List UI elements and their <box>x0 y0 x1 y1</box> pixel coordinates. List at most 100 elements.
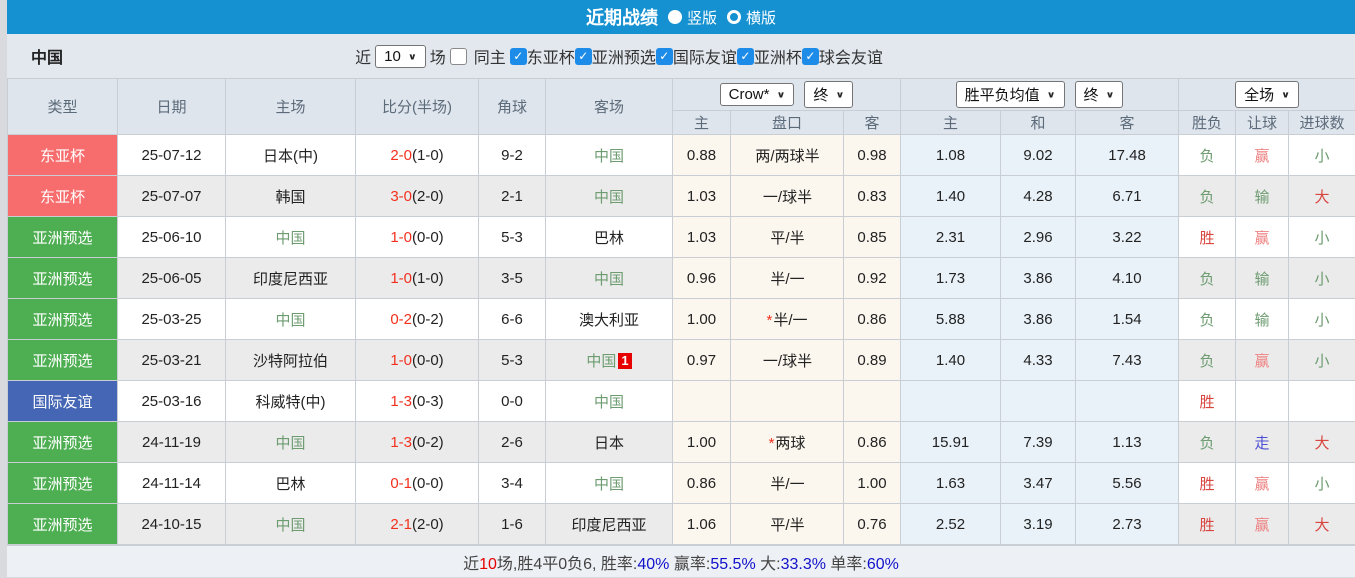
cell-odds-home: 1.03 <box>672 216 731 258</box>
chevron-down-icon: ∨ <box>1105 90 1115 100</box>
competition-label: 亚洲杯 <box>753 50 802 67</box>
cell-result: 胜 <box>1178 462 1237 504</box>
match-row: 东亚杯 25-07-12 日本(中) 2-0(1-0) 9-2 中国 0.88 … <box>7 134 1355 176</box>
cell-handicap: 平/半 <box>730 216 844 258</box>
cell-avg-draw: 3.86 <box>1000 298 1077 340</box>
cell-handicap-result: 走 <box>1235 421 1290 463</box>
competition-filter[interactable]: ✓ 球会友谊 <box>801 44 883 68</box>
cell-handicap-result: 输 <box>1235 257 1290 299</box>
cell-handicap: 平/半 <box>730 503 844 545</box>
chevron-down-icon: ∨ <box>1046 90 1056 100</box>
cell-competition: 亚洲预选 <box>7 216 118 258</box>
cell-avg-lose: 3.22 <box>1075 216 1180 258</box>
match-count-select[interactable]: 10 ∨ <box>375 44 426 68</box>
score-halftime: (1-0) <box>412 146 444 164</box>
cell-away-team: 中国 <box>545 257 673 299</box>
competition-checkbox[interactable]: ✓ <box>801 47 819 65</box>
scope-select[interactable]: 全场 ∨ <box>1235 81 1300 108</box>
filter-controls: 近 10 ∨ 场 ✓ 同主 ✓东亚杯✓亚洲预选✓国际友谊✓亚洲杯✓球会友谊 <box>63 44 1175 68</box>
cell-goals-result: 小 <box>1288 462 1355 504</box>
cell-goals-result <box>1288 380 1355 422</box>
header-home: 主场 <box>225 78 356 135</box>
cell-away-team: 巴林 <box>545 216 673 258</box>
cell-avg-lose: 6.71 <box>1075 175 1180 217</box>
subheader-odds-home: 主 <box>672 110 731 135</box>
cell-odds-home: 0.86 <box>672 462 731 504</box>
cell-score: 3-0(2-0) <box>355 175 479 217</box>
cell-competition: 东亚杯 <box>7 134 118 176</box>
avg-stage-select[interactable]: 终 ∨ <box>1074 81 1124 108</box>
away-team-name: 中国 <box>593 147 624 165</box>
subheader-avg-draw: 和 <box>1000 110 1077 135</box>
cell-odds-home: 0.97 <box>672 339 731 381</box>
recent-results-panel: 近期战绩 竖版 横版 中国 近 10 ∨ 场 ✓ 同主 ✓东亚杯✓亚洲预选✓国际… <box>7 0 1355 577</box>
score-halftime: (1-0) <box>412 269 444 287</box>
layout-vertical-radio[interactable]: 竖版 <box>667 7 717 28</box>
cell-avg-win: 1.40 <box>900 175 1002 217</box>
competition-label: 球会友谊 <box>818 50 883 67</box>
score-fulltime: 1-3 <box>390 433 412 451</box>
competition-filter[interactable]: ✓ 亚洲预选 <box>574 44 656 68</box>
chevron-down-icon: ∨ <box>835 90 845 100</box>
handicap-text: 一/球半 <box>762 352 813 370</box>
layout-horizontal-radio[interactable]: 横版 <box>727 7 776 28</box>
cell-handicap: 两/两球半 <box>730 134 844 176</box>
chevron-down-icon: ∨ <box>407 51 417 62</box>
cell-odds-home: 0.88 <box>672 134 731 176</box>
cell-date: 25-03-16 <box>117 380 226 422</box>
cell-odds-home <box>672 380 731 422</box>
score-halftime: (0-2) <box>412 310 444 328</box>
match-row: 亚洲预选 24-11-14 巴林 0-1(0-0) 3-4 中国 0.86 半/… <box>7 462 1355 504</box>
match-row: 国际友谊 25-03-16 科威特(中) 1-3(0-3) 0-0 中国 胜 <box>7 380 1355 422</box>
cell-result: 胜 <box>1178 503 1237 545</box>
handicap-text: 平/半 <box>770 229 805 247</box>
avg-type-select[interactable]: 胜平负均值 ∨ <box>955 81 1065 108</box>
competition-filter[interactable]: ✓ 东亚杯 <box>509 44 575 68</box>
cell-competition: 东亚杯 <box>7 175 118 217</box>
cell-avg-win: 15.91 <box>900 421 1002 463</box>
cell-goals-result: 小 <box>1288 339 1355 381</box>
competition-checkbox[interactable]: ✓ <box>574 47 592 65</box>
same-home-checkbox[interactable]: ✓ <box>449 47 467 65</box>
cell-competition: 国际友谊 <box>7 380 118 422</box>
cell-score: 1-0(0-0) <box>355 339 479 381</box>
competition-checkbox[interactable]: ✓ <box>736 47 754 65</box>
cell-result: 负 <box>1178 339 1237 381</box>
score-fulltime: 0-1 <box>390 474 412 492</box>
score-fulltime: 0-2 <box>390 310 412 328</box>
cell-date: 25-03-25 <box>117 298 226 340</box>
handicap-text: 半/一 <box>770 475 805 493</box>
recent-suffix-label: 场 <box>429 50 446 67</box>
competition-filter[interactable]: ✓ 亚洲杯 <box>736 44 802 68</box>
away-team-name: 中国 <box>593 270 624 288</box>
cell-odds-away: 0.92 <box>842 257 902 299</box>
cell-avg-draw: 3.47 <box>1000 462 1077 504</box>
cell-competition: 亚洲预选 <box>7 298 118 340</box>
cell-home-team: 日本(中) <box>225 134 356 176</box>
competition-checkbox[interactable]: ✓ <box>509 47 527 65</box>
cell-away-team: 中国 <box>545 380 673 422</box>
cell-odds-away: 0.85 <box>842 216 902 258</box>
cell-away-team: 中国 <box>545 134 673 176</box>
odds-company-select[interactable]: Crow* ∨ <box>719 83 795 106</box>
odds-stage-select[interactable]: 终 ∨ <box>804 81 854 108</box>
cell-odds-home: 0.96 <box>672 257 731 299</box>
match-row: 东亚杯 25-07-07 韩国 3-0(2-0) 2-1 中国 1.03 一/球… <box>7 175 1355 217</box>
away-team-name: 中国 <box>593 393 624 411</box>
cell-date: 24-10-15 <box>117 503 226 545</box>
page-title: 近期战绩 <box>585 8 658 28</box>
header-type: 类型 <box>7 78 118 135</box>
competition-filter[interactable]: ✓ 国际友谊 <box>655 44 737 68</box>
cell-corners: 0-0 <box>478 380 546 422</box>
cell-result: 负 <box>1178 298 1237 340</box>
rank-badge: 1 <box>618 352 632 369</box>
subheader-handicap: 盘口 <box>730 110 844 135</box>
cell-corners: 5-3 <box>478 216 546 258</box>
cell-home-team: 科威特(中) <box>225 380 356 422</box>
handicap-text: 两球 <box>775 434 806 452</box>
radio-selected-icon <box>667 10 682 24</box>
competition-label: 东亚杯 <box>526 50 575 67</box>
cell-date: 25-07-12 <box>117 134 226 176</box>
competition-checkbox[interactable]: ✓ <box>655 47 673 65</box>
cell-home-team: 沙特阿拉伯 <box>225 339 356 381</box>
